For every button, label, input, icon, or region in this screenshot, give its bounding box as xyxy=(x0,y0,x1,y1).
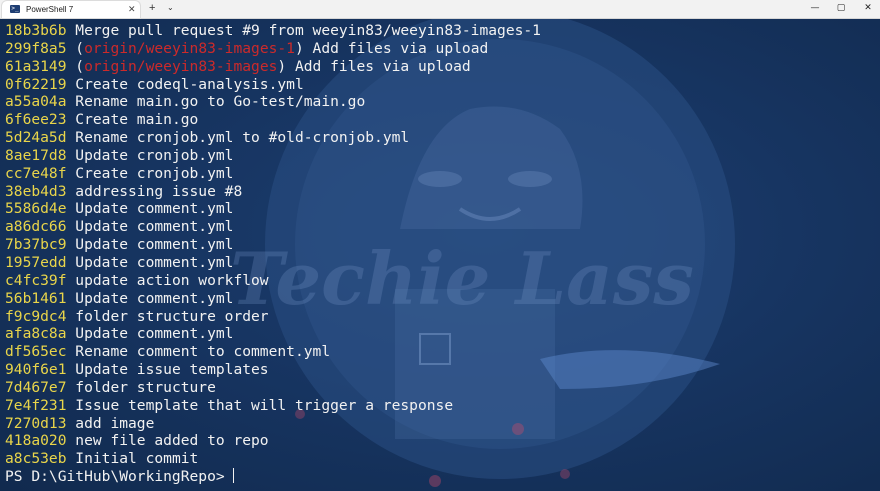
ref-open-paren: ( xyxy=(66,39,85,57)
title-bar: >_ PowerShell 7 ✕ + ⌄ — ▢ ✕ xyxy=(0,0,880,19)
commit-message: Update issue templates xyxy=(66,361,269,379)
commit-message: Issue template that will trigger a respo… xyxy=(66,396,454,414)
commit-hash: a8c53eb xyxy=(5,450,67,468)
commit-hash: 8ae17d8 xyxy=(5,146,67,164)
commit-hash: 18b3b6b xyxy=(5,22,67,39)
commit-hash: f9c9dc4 xyxy=(5,307,67,325)
prompt-text: PS D:\GitHub\WorkingRepo> xyxy=(5,468,225,486)
commit-line: 5d24a5d Rename cronjob.yml to #old-cronj… xyxy=(5,129,541,147)
maximize-button[interactable]: ▢ xyxy=(826,0,856,18)
commit-message: Update comment.yml xyxy=(66,289,234,307)
commit-hash: afa8c8a xyxy=(5,325,67,343)
commit-hash: 6f6ee23 xyxy=(5,111,67,129)
commit-hash: 5586d4e xyxy=(5,200,67,218)
commit-hash: 7270d13 xyxy=(5,414,67,432)
commit-hash: 5d24a5d xyxy=(5,129,67,147)
commit-hash: a55a04a xyxy=(5,93,67,111)
commit-line: 418a020 new file added to repo xyxy=(5,432,541,450)
commit-line: 5586d4e Update comment.yml xyxy=(5,200,541,218)
commit-line: 0f62219 Create codeql-analysis.yml xyxy=(5,76,541,94)
commit-message: Merge pull request #9 from weeyin83/weey… xyxy=(66,22,541,39)
commit-message: Update comment.yml xyxy=(66,200,234,218)
terminal-window: >_ PowerShell 7 ✕ + ⌄ — ▢ ✕ Techie Lass xyxy=(0,0,880,491)
commit-line: a86dc66 Update comment.yml xyxy=(5,218,541,236)
ref-close-paren: ) xyxy=(294,39,304,57)
commit-hash: 7e4f231 xyxy=(5,396,67,414)
commit-message: update action workflow xyxy=(66,271,269,289)
text-cursor xyxy=(232,468,234,484)
commit-message: Update comment.yml xyxy=(66,325,234,343)
commit-line: 8ae17d8 Update cronjob.yml xyxy=(5,147,541,165)
commit-message: Rename main.go to Go-test/main.go xyxy=(66,93,366,111)
commit-hash: 0f62219 xyxy=(5,75,67,93)
commit-line: 299f8a5 (origin/weeyin83-images-1) Add f… xyxy=(5,40,541,58)
close-button[interactable]: ✕ xyxy=(853,0,880,18)
commit-message: folder structure xyxy=(66,378,216,396)
commit-message: Add files via upload xyxy=(303,39,489,57)
commit-line: a55a04a Rename main.go to Go-test/main.g… xyxy=(5,93,541,111)
commit-message: Create main.go xyxy=(66,111,199,129)
commit-hash: 418a020 xyxy=(5,432,67,450)
commit-line: 6f6ee23 Create main.go xyxy=(5,111,541,129)
commit-line: 38eb4d3 addressing issue #8 xyxy=(5,183,541,201)
commit-message: Initial commit xyxy=(66,450,199,468)
commit-message: add image xyxy=(66,414,155,432)
commit-message: Update comment.yml xyxy=(66,253,234,271)
commit-line: f9c9dc4 folder structure order xyxy=(5,308,541,326)
commit-line: 61a3149 (origin/weeyin83-images) Add fil… xyxy=(5,58,541,76)
terminal-pane[interactable]: Techie Lass 18b3b6b Merge pull request #… xyxy=(0,19,880,491)
commit-line: 940f6e1 Update issue templates xyxy=(5,361,541,379)
commit-hash: 940f6e1 xyxy=(5,361,67,379)
commit-line: 18b3b6b Merge pull request #9 from weeyi… xyxy=(5,22,541,40)
commit-message: Rename comment to comment.yml xyxy=(66,343,331,361)
commit-line: 7d467e7 folder structure xyxy=(5,379,541,397)
commit-hash: 61a3149 xyxy=(5,57,67,75)
commit-hash: 56b1461 xyxy=(5,289,67,307)
commit-line: 1957edd Update comment.yml xyxy=(5,254,541,272)
commit-message: Rename cronjob.yml to #old-cronjob.yml xyxy=(66,129,410,147)
prompt-line[interactable]: PS D:\GitHub\WorkingRepo> xyxy=(5,468,541,486)
commit-message: Update comment.yml xyxy=(66,236,234,254)
commit-hash: 38eb4d3 xyxy=(5,182,67,200)
commit-line: afa8c8a Update comment.yml xyxy=(5,325,541,343)
tab-close-icon[interactable]: ✕ xyxy=(128,4,136,14)
commit-hash: cc7e48f xyxy=(5,164,67,182)
commit-message: Update cronjob.yml xyxy=(66,146,234,164)
commit-hash: a86dc66 xyxy=(5,218,67,236)
commit-line: 56b1461 Update comment.yml xyxy=(5,290,541,308)
new-tab-button[interactable]: + xyxy=(149,2,155,14)
commit-hash: 1957edd xyxy=(5,253,67,271)
powershell-icon: >_ xyxy=(10,5,20,13)
commit-message: addressing issue #8 xyxy=(66,182,243,200)
commit-line: 7270d13 add image xyxy=(5,415,541,433)
ref-open-paren: ( xyxy=(66,57,85,75)
commit-line: c4fc39f update action workflow xyxy=(5,272,541,290)
commit-message: new file added to repo xyxy=(66,432,269,450)
commit-hash: df565ec xyxy=(5,343,67,361)
git-log-output: 18b3b6b Merge pull request #9 from weeyi… xyxy=(5,22,541,486)
commit-hash: 7b37bc9 xyxy=(5,236,67,254)
commit-hash: 7d467e7 xyxy=(5,378,67,396)
chevron-down-icon[interactable]: ⌄ xyxy=(167,3,174,13)
commit-ref: origin/weeyin83-images xyxy=(84,57,278,75)
commit-line: cc7e48f Create cronjob.yml xyxy=(5,165,541,183)
commit-line: 7b37bc9 Update comment.yml xyxy=(5,236,541,254)
tab-title: PowerShell 7 xyxy=(26,5,74,14)
commit-message: Add files via upload xyxy=(286,57,471,75)
commit-line: 7e4f231 Issue template that will trigger… xyxy=(5,397,541,415)
tab-powershell[interactable]: >_ PowerShell 7 ✕ xyxy=(2,1,140,18)
commit-hash: c4fc39f xyxy=(5,271,67,289)
commit-message: Update comment.yml xyxy=(66,218,234,236)
ref-close-paren: ) xyxy=(277,57,287,75)
commit-hash: 299f8a5 xyxy=(5,39,67,57)
commit-ref: origin/weeyin83-images-1 xyxy=(84,39,295,57)
commit-line: a8c53eb Initial commit xyxy=(5,450,541,468)
commit-message: folder structure order xyxy=(66,307,269,325)
commit-line: df565ec Rename comment to comment.yml xyxy=(5,343,541,361)
commit-message: Create cronjob.yml xyxy=(66,164,234,182)
commit-message: Create codeql-analysis.yml xyxy=(66,75,304,93)
